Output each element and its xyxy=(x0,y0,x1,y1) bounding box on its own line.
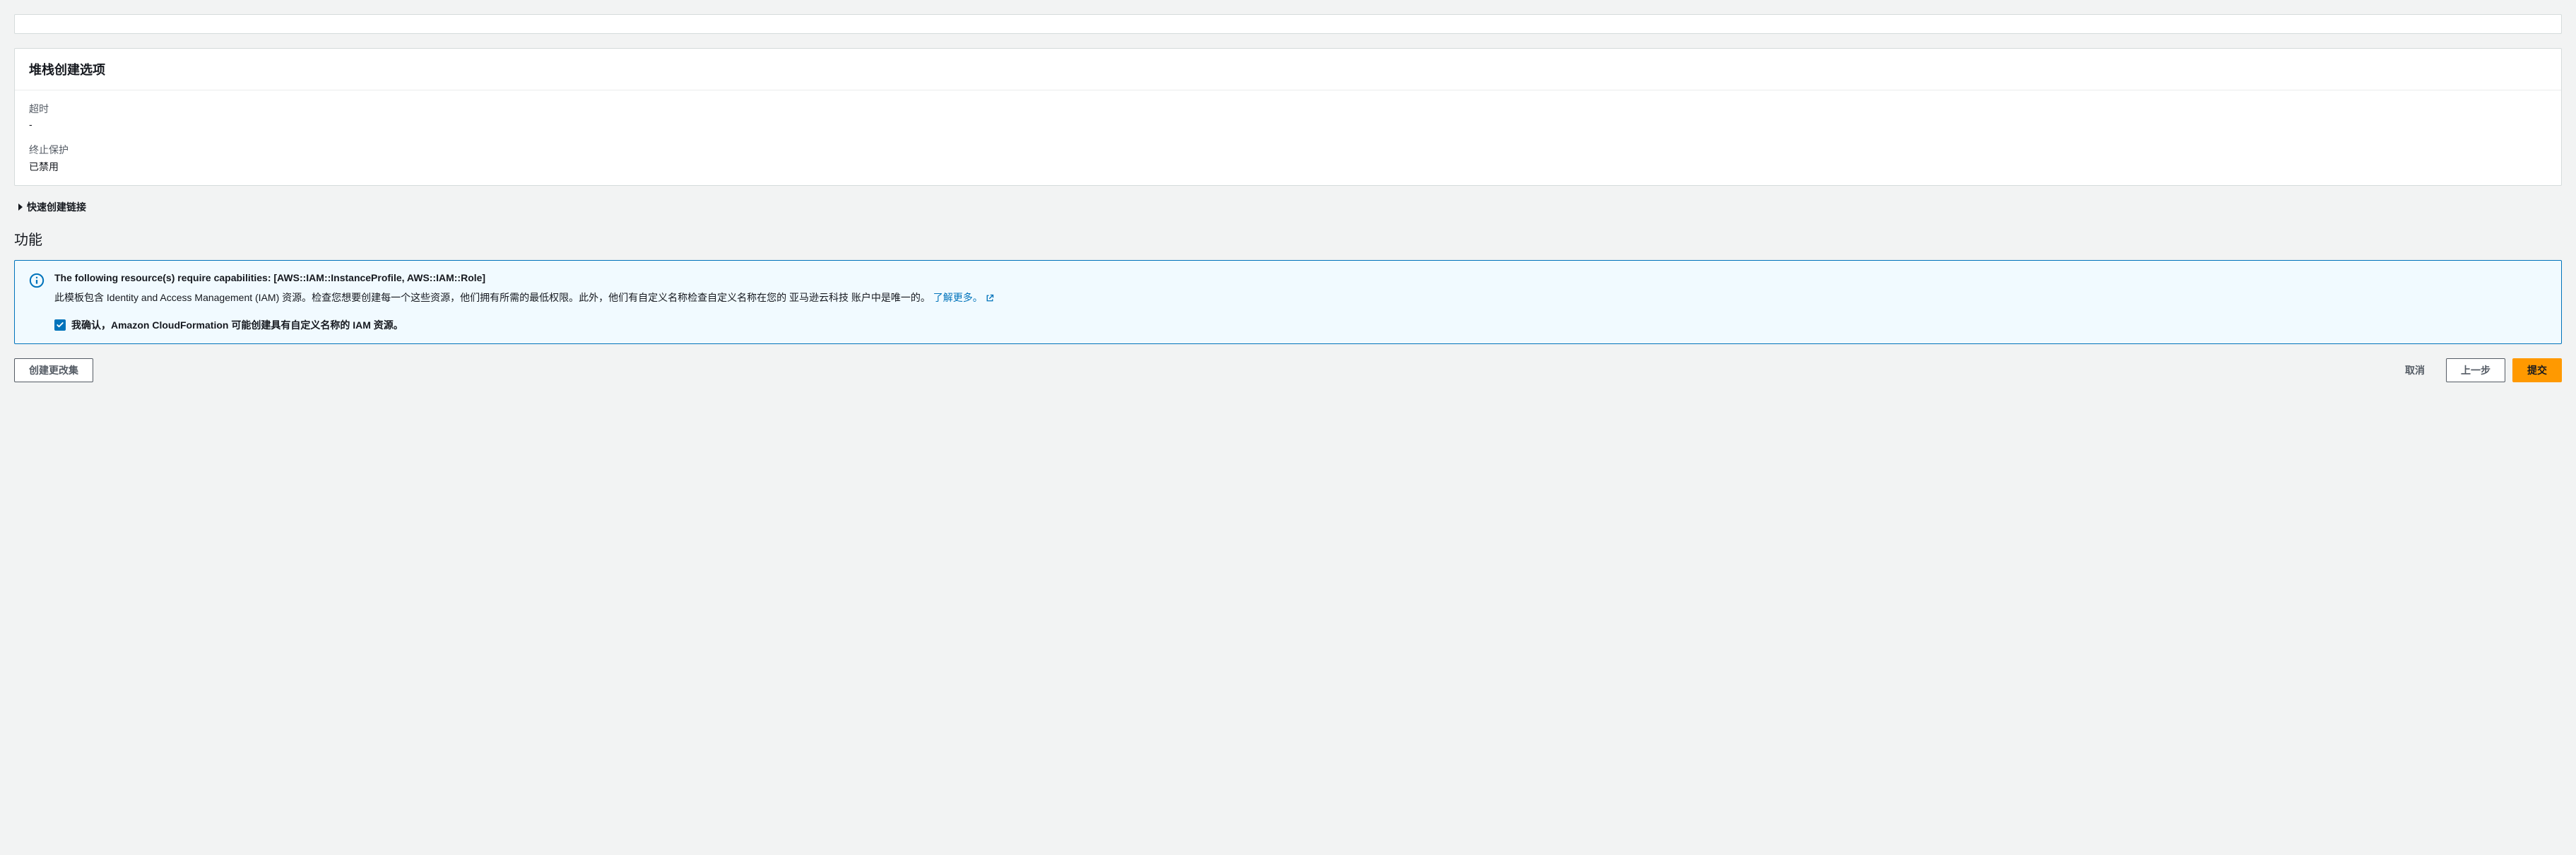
panel-placeholder xyxy=(14,14,2562,34)
previous-button[interactable]: 上一步 xyxy=(2446,358,2505,382)
acknowledge-label[interactable]: 我确认，Amazon CloudFormation 可能创建具有自定义名称的 I… xyxy=(71,318,403,332)
termination-protection-value: 已禁用 xyxy=(29,160,2547,174)
footer-right: 取消 上一步 提交 xyxy=(2391,358,2562,382)
panel-body: 超时 - 终止保护 已禁用 xyxy=(15,90,2561,185)
capabilities-section-title: 功能 xyxy=(14,228,2562,249)
acknowledge-checkbox[interactable] xyxy=(54,319,66,331)
alert-description-text: 此模板包含 Identity and Access Management (IA… xyxy=(54,292,930,303)
termination-protection-label: 终止保护 xyxy=(29,143,2547,157)
checkmark-icon xyxy=(56,321,64,329)
learn-more-text: 了解更多。 xyxy=(933,290,983,305)
alert-content: The following resource(s) require capabi… xyxy=(54,272,2547,332)
alert-title: The following resource(s) require capabi… xyxy=(54,272,2547,283)
timeout-value: - xyxy=(29,119,2547,130)
stack-options-title: 堆栈创建选项 xyxy=(29,60,2547,78)
termination-protection-field: 终止保护 已禁用 xyxy=(29,143,2547,174)
panel-header: 堆栈创建选项 xyxy=(15,49,2561,90)
submit-button[interactable]: 提交 xyxy=(2512,358,2562,382)
timeout-label: 超时 xyxy=(29,102,2547,116)
quick-create-link-toggle[interactable]: 快速创建链接 xyxy=(14,200,2562,214)
capabilities-alert: The following resource(s) require capabi… xyxy=(14,260,2562,344)
create-change-set-button[interactable]: 创建更改集 xyxy=(14,358,93,382)
stack-creation-options-panel: 堆栈创建选项 超时 - 终止保护 已禁用 xyxy=(14,48,2562,186)
info-icon xyxy=(29,273,45,288)
cancel-button[interactable]: 取消 xyxy=(2391,359,2439,382)
footer: 创建更改集 取消 上一步 提交 xyxy=(14,358,2562,382)
external-link-icon xyxy=(986,294,994,302)
quick-create-label: 快速创建链接 xyxy=(27,200,86,214)
alert-description: 此模板包含 Identity and Access Management (IA… xyxy=(54,290,2547,305)
timeout-field: 超时 - xyxy=(29,102,2547,130)
learn-more-link[interactable]: 了解更多。 xyxy=(933,290,994,305)
caret-right-icon xyxy=(18,204,23,211)
acknowledge-checkbox-row: 我确认，Amazon CloudFormation 可能创建具有自定义名称的 I… xyxy=(54,318,2547,332)
